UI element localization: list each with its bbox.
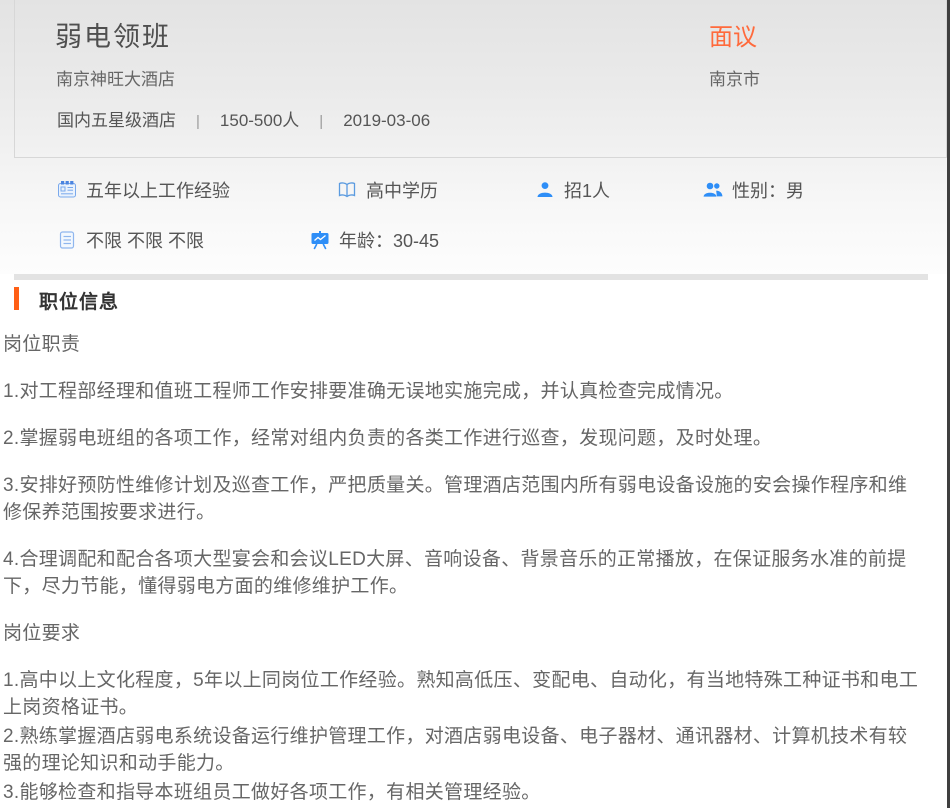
req-age-label: 年龄：30-45 bbox=[339, 227, 439, 253]
desc-paragraph: 3.能够检查和指导本班组员工做好各项工作，有相关管理经验。 bbox=[3, 779, 923, 806]
list-icon bbox=[57, 230, 77, 250]
company-name: 南京神旺大酒店 bbox=[56, 65, 175, 90]
section-title: 职位信息 bbox=[39, 287, 119, 314]
meta-separator: | bbox=[196, 113, 200, 130]
job-description: 岗位职责 1.对工程部经理和值班工程师工作安排要准确无误地实施完成，并认真检查完… bbox=[3, 331, 923, 808]
job-title: 弱电领班 bbox=[55, 15, 171, 54]
job-header-card: 弱电领班 南京神旺大酒店 国内五星级酒店 | 150-500人 | 2019-03-06… bbox=[14, 0, 947, 158]
req-headcount-label: 招1人 bbox=[564, 177, 610, 203]
board-chart-icon bbox=[310, 230, 330, 250]
people-icon bbox=[703, 180, 723, 200]
salary: 面议 bbox=[709, 17, 757, 52]
meta-separator: | bbox=[319, 113, 323, 130]
book-icon bbox=[337, 180, 357, 200]
req-experience: 五年以上工作经验 bbox=[57, 179, 230, 201]
person-icon bbox=[535, 180, 555, 200]
job-city: 南京市 bbox=[709, 65, 760, 90]
desc-paragraph: 1.高中以上文化程度，5年以上同岗位工作经验。熟知高低压、变配电、自动化，有当地… bbox=[3, 667, 923, 721]
desc-paragraph: 4.合理调配和配合各项大型宴会和会议LED大屏、音响设备、背景音乐的正常播放，在… bbox=[3, 546, 923, 600]
desc-paragraph: 3.安排好预防性维修计划及巡查工作，严把质量关。管理酒店范围内所有弱电设备设施的… bbox=[3, 472, 923, 526]
desc-paragraph: 岗位要求 bbox=[3, 620, 923, 647]
section-accent-bar bbox=[14, 287, 19, 310]
req-other-limits: 不限 不限 不限 bbox=[57, 229, 204, 251]
req-other-limits-label: 不限 不限 不限 bbox=[86, 227, 204, 253]
desc-paragraph: 2.熟练掌握酒店弱电系统设备运行维护管理工作，对酒店弱电设备、电子器材、通讯器材… bbox=[3, 723, 923, 777]
desc-paragraph: 岗位职责 bbox=[3, 331, 923, 358]
req-headcount: 招1人 bbox=[535, 179, 610, 201]
req-education-label: 高中学历 bbox=[366, 177, 438, 203]
req-age: 年龄：30-45 bbox=[310, 229, 439, 251]
resume-icon bbox=[57, 180, 77, 200]
desc-paragraph: 1.对工程部经理和值班工程师工作安排要准确无误地实施完成，并认真检查完成情况。 bbox=[3, 378, 923, 405]
req-experience-label: 五年以上工作经验 bbox=[86, 177, 230, 203]
req-gender-label: 性别：男 bbox=[732, 177, 804, 203]
desc-paragraph: 2.掌握弱电班组的各项工作，经常对组内负责的各类工作进行巡查，发现问题，及时处理… bbox=[3, 425, 923, 452]
post-date: 2019-03-06 bbox=[343, 111, 430, 130]
req-education: 高中学历 bbox=[337, 179, 438, 201]
section-divider bbox=[14, 274, 928, 280]
company-meta: 国内五星级酒店 | 150-500人 | 2019-03-06 bbox=[57, 106, 430, 131]
company-size: 150-500人 bbox=[220, 111, 299, 130]
company-type: 国内五星级酒店 bbox=[57, 111, 176, 130]
req-gender: 性别：男 bbox=[703, 179, 804, 201]
